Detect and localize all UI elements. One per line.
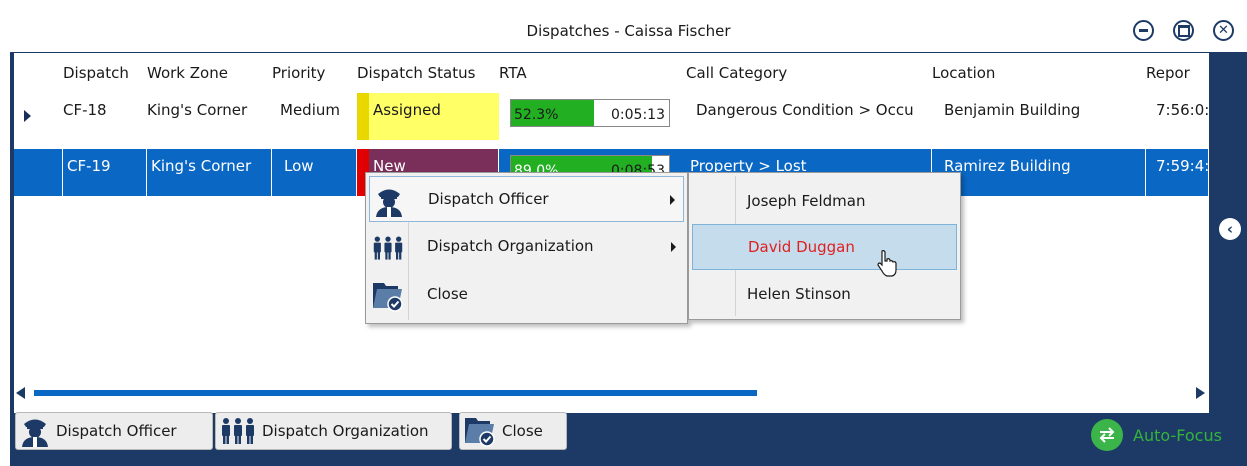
cell-location: Benjamin Building [944, 101, 1081, 119]
submenu-item-officer[interactable]: Joseph Feldman [692, 179, 957, 225]
mouse-cursor-icon [877, 250, 897, 277]
column-header-dispatch[interactable]: Dispatch [63, 53, 129, 93]
submenu-arrow-icon [670, 195, 675, 205]
menu-item-close[interactable]: Close [369, 272, 684, 318]
column-header-dispatch-status[interactable]: Dispatch Status [357, 53, 475, 93]
auto-focus-label: Auto-Focus [1133, 425, 1222, 445]
close-label: Close [502, 422, 543, 440]
maximize-icon[interactable] [1173, 20, 1194, 41]
status-indicator-bar [357, 93, 369, 140]
column-header-call-category[interactable]: Call Category [686, 53, 787, 93]
organization-icon [222, 418, 254, 444]
cell-row-header [14, 149, 63, 196]
menu-item-dispatch-officer[interactable]: Dispatch Officer [369, 176, 684, 222]
officer-icon [22, 419, 48, 447]
dispatch-officer-label: Dispatch Officer [56, 422, 177, 440]
submenu-item-officer[interactable]: Helen Stinson [692, 272, 957, 318]
rta-progress: 52.3% 0:05:13 [510, 99, 670, 127]
officer-name: Joseph Feldman [747, 192, 866, 210]
title-bar: Dispatches - Caissa Fischer ✕ [10, 12, 1247, 52]
status-label: Assigned [373, 101, 441, 119]
menu-item-label: Close [427, 285, 468, 303]
cell-priority: Medium [280, 101, 340, 119]
dispatch-organization-button[interactable]: Dispatch Organization [215, 412, 452, 450]
scrollbar-thumb[interactable] [34, 390, 757, 396]
cell-location: Ramirez Building [932, 149, 1146, 196]
window-title: Dispatches - Caissa Fischer [526, 22, 731, 40]
rta-percent: 52.3% [514, 107, 559, 123]
submenu-arrow-icon [671, 242, 676, 252]
scroll-right-icon[interactable] [1196, 387, 1205, 399]
cell-priority: Low [272, 149, 357, 196]
collapse-panel-chevron-icon[interactable]: ‹ [1219, 218, 1241, 240]
column-header-priority[interactable]: Priority [272, 53, 325, 93]
current-row-pointer-icon [24, 110, 31, 122]
cell-dispatch: CF-18 [63, 101, 107, 119]
cell-dispatch: CF-19 [63, 149, 147, 196]
rta-time: 0:05:13 [611, 107, 665, 123]
scroll-left-icon[interactable] [16, 387, 25, 399]
organization-icon [373, 236, 403, 260]
auto-focus-toggle[interactable]: Auto-Focus [1091, 418, 1222, 452]
cell-call-category: Dangerous Condition > Occu [696, 101, 914, 119]
officer-name: David Duggan [748, 238, 855, 256]
cell-reported: 7:56:0: [1156, 101, 1209, 119]
cell-work-zone: King's Corner [147, 149, 272, 196]
column-header-reported[interactable]: Repor [1146, 53, 1190, 93]
close-folder-icon [373, 283, 403, 312]
close-folder-icon [465, 418, 495, 447]
context-menu: Dispatch Officer Dispatch Organization C… [365, 172, 688, 324]
menu-item-dispatch-organization[interactable]: Dispatch Organization [369, 224, 684, 270]
menu-item-label: Dispatch Organization [427, 237, 594, 255]
column-header-location[interactable]: Location [932, 53, 995, 93]
dispatch-officer-button[interactable]: Dispatch Officer [15, 412, 213, 450]
column-header-work-zone[interactable]: Work Zone [147, 53, 228, 93]
officer-icon [376, 189, 402, 217]
close-button[interactable]: Close [459, 412, 567, 450]
cell-reported: 7:59:4: [1146, 149, 1209, 196]
submenu-item-officer[interactable]: David Duggan [692, 224, 957, 270]
officer-name: Helen Stinson [747, 285, 851, 303]
minimize-icon[interactable] [1133, 20, 1154, 41]
column-header-rta[interactable]: RTA [499, 53, 527, 93]
cell-status: Assigned [357, 93, 499, 140]
cell-work-zone: King's Corner [147, 101, 248, 119]
swap-arrows-icon [1091, 419, 1123, 451]
dispatch-organization-label: Dispatch Organization [262, 422, 429, 440]
menu-item-label: Dispatch Officer [428, 190, 549, 208]
table-row[interactable]: CF-18 King's Corner Medium Assigned 52.3… [14, 93, 1209, 140]
officer-submenu: Joseph Feldman David Duggan Helen Stinso… [688, 172, 961, 320]
close-icon[interactable]: ✕ [1213, 20, 1234, 41]
horizontal-scrollbar[interactable] [14, 384, 1209, 402]
